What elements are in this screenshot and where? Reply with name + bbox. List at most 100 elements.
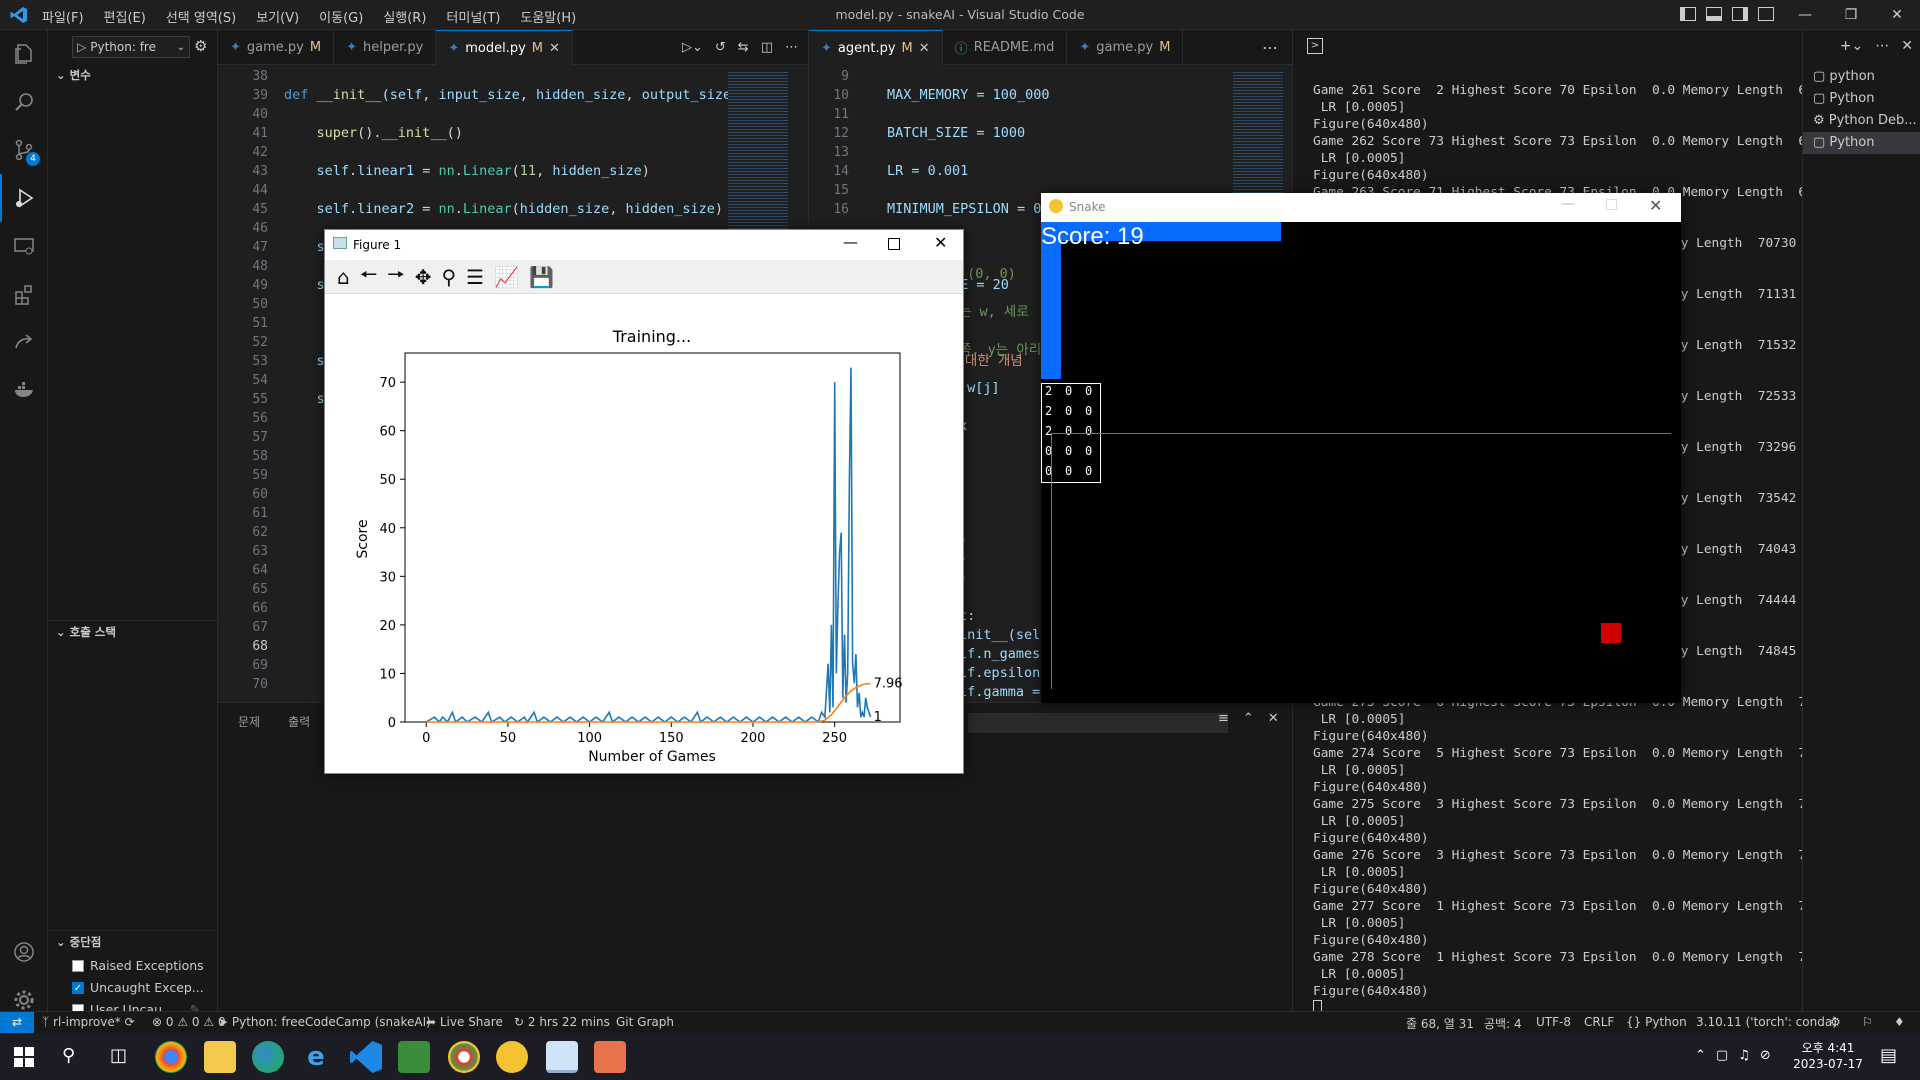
tray-chevron-icon[interactable]: ⌃ bbox=[1695, 1048, 1706, 1063]
debug-settings-gear-icon[interactable]: ⚙ bbox=[194, 37, 207, 55]
internet-explorer-icon[interactable]: e bbox=[300, 1041, 332, 1073]
figure-window-icon[interactable] bbox=[546, 1041, 578, 1073]
feedback-icon[interactable]: ⚐ bbox=[1862, 1015, 1873, 1029]
menu-file[interactable]: 파일(F) bbox=[42, 7, 84, 26]
volume-icon[interactable]: ♫ bbox=[1738, 1048, 1750, 1063]
more-actions-icon[interactable]: ⋯ bbox=[785, 40, 798, 55]
session-item-active[interactable]: ▢ Python bbox=[1803, 132, 1920, 154]
tab-output[interactable]: 출력 bbox=[288, 713, 310, 730]
problems-status[interactable]: ⊗ 0 ⚠ 0 ⚠ 0 bbox=[152, 1015, 226, 1029]
action-center-icon[interactable]: ▤ bbox=[1880, 1045, 1897, 1066]
search-icon[interactable] bbox=[0, 78, 48, 126]
edit-axis-icon[interactable]: 📈 bbox=[494, 265, 519, 289]
zoom-magnifier-icon[interactable]: ⚲ bbox=[441, 265, 456, 289]
checkbox-checked[interactable]: ✓ bbox=[72, 982, 84, 994]
clock[interactable]: 오후 4:41 2023-07-17 bbox=[1788, 1040, 1868, 1072]
run-debug-icon[interactable] bbox=[0, 174, 48, 222]
run-file-icon[interactable]: ▷⌄ bbox=[682, 40, 703, 55]
more-actions-icon[interactable]: ⋯ bbox=[1262, 38, 1292, 57]
vscode-taskbar-icon[interactable] bbox=[350, 1041, 382, 1073]
minimap[interactable] bbox=[728, 70, 788, 250]
figure-minimize-button[interactable]: — bbox=[843, 233, 858, 251]
python-version-status[interactable]: 3.10.11 ('torch': conda) bbox=[1696, 1015, 1837, 1029]
menu-selection[interactable]: 선택 영역(S) bbox=[166, 7, 236, 26]
close-button[interactable]: ✕ bbox=[1874, 0, 1920, 30]
snake-close-button[interactable]: ✕ bbox=[1649, 196, 1662, 215]
tab-model-py[interactable]: ✦ model.py M ✕ bbox=[436, 30, 573, 65]
snake-minimize-button[interactable]: — bbox=[1561, 196, 1575, 212]
notifications-bell-icon[interactable]: ♦ bbox=[1894, 1015, 1905, 1029]
close-tab-icon[interactable]: ✕ bbox=[919, 41, 930, 56]
snake-window-icon[interactable] bbox=[594, 1041, 626, 1073]
restore-button[interactable]: ❐ bbox=[1828, 0, 1874, 30]
extensions-icon[interactable] bbox=[0, 270, 48, 318]
menu-run[interactable]: 실행(R) bbox=[383, 7, 426, 26]
terminal-icon[interactable]: > bbox=[1307, 38, 1323, 54]
compare-changes-icon[interactable]: ⇆ bbox=[738, 40, 749, 55]
menu-help[interactable]: 도움말(H) bbox=[520, 7, 576, 26]
close-icon[interactable]: ✕ bbox=[1901, 38, 1913, 54]
filter-input[interactable] bbox=[968, 713, 1228, 733]
search-icon[interactable]: ⚲ bbox=[62, 1045, 75, 1066]
new-terminal-icon[interactable]: +⌄ bbox=[1840, 38, 1863, 54]
branch-status[interactable]: ᛉ rl-improve* ⟳ bbox=[42, 1015, 135, 1029]
interpreter-status[interactable]: ➤ Python: freeCodeCamp (snakeAI) bbox=[218, 1015, 431, 1029]
tab-game-py[interactable]: ✦ game.py M bbox=[218, 30, 335, 65]
callstack-section-header[interactable]: ⌄ 호출 스택 bbox=[48, 621, 218, 643]
figure-maximize-button[interactable] bbox=[888, 238, 900, 250]
source-control-icon[interactable]: 4 bbox=[0, 126, 48, 174]
tab-game-py-2[interactable]: ✦ game.py M bbox=[1067, 30, 1184, 65]
cursor-position[interactable]: 줄 68, 열 31 bbox=[1406, 1015, 1474, 1032]
chrome-canary-icon[interactable] bbox=[448, 1041, 480, 1073]
accounts-icon[interactable]: ⚙ bbox=[1830, 1015, 1841, 1029]
remote-explorer-icon[interactable] bbox=[0, 222, 48, 270]
checkbox[interactable] bbox=[72, 960, 84, 972]
python-pygame-icon[interactable] bbox=[496, 1041, 528, 1073]
save-figure-icon[interactable]: 💾 bbox=[529, 265, 554, 289]
configure-subplots-icon[interactable]: ☰ bbox=[466, 265, 484, 289]
language-status[interactable]: {} Python bbox=[1626, 1015, 1687, 1029]
more-actions-icon[interactable]: ⋯ bbox=[1875, 38, 1889, 54]
minimize-button[interactable]: — bbox=[1782, 0, 1828, 30]
toggle-sidebar-icon[interactable] bbox=[1680, 7, 1696, 21]
time-status[interactable]: ↻ 2 hrs 22 mins bbox=[514, 1015, 610, 1029]
windows-start-icon[interactable] bbox=[14, 1047, 34, 1067]
explorer-icon[interactable] bbox=[0, 30, 48, 78]
account-icon[interactable] bbox=[0, 928, 48, 976]
timeline-icon[interactable]: ↺ bbox=[715, 40, 726, 55]
task-view-icon[interactable]: ◫ bbox=[110, 1045, 127, 1066]
menu-terminal[interactable]: 터미널(T) bbox=[446, 7, 500, 26]
notepad-plus-icon[interactable] bbox=[398, 1041, 430, 1073]
docker-icon[interactable] bbox=[0, 366, 48, 414]
remote-indicator-icon[interactable]: ⇄ bbox=[0, 1012, 34, 1034]
edge-icon[interactable] bbox=[252, 1041, 284, 1073]
menu-view[interactable]: 보기(V) bbox=[256, 7, 299, 26]
tab-agent-py[interactable]: ✦ agent.py M ✕ bbox=[809, 30, 943, 65]
breakpoint-item[interactable]: ✓ Uncaught Excep... bbox=[72, 977, 204, 999]
home-icon[interactable]: ⌂ bbox=[337, 265, 350, 289]
clear-output-icon[interactable]: ≡ bbox=[1218, 711, 1229, 726]
snake-maximize-button[interactable] bbox=[1606, 199, 1617, 210]
run-config-select[interactable]: ▷ Python: fre ⌄ bbox=[72, 36, 190, 58]
toggle-secondary-sidebar-icon[interactable] bbox=[1732, 7, 1748, 21]
split-editor-icon[interactable]: ◫ bbox=[761, 40, 773, 55]
network-icon[interactable]: ▢ bbox=[1716, 1048, 1728, 1063]
mute-icon[interactable]: ⊘ bbox=[1760, 1048, 1771, 1063]
close-panel-icon[interactable]: ✕ bbox=[1268, 711, 1279, 726]
indentation-status[interactable]: 공백: 4 bbox=[1484, 1015, 1522, 1032]
menu-go[interactable]: 이동(G) bbox=[319, 7, 363, 26]
pan-move-icon[interactable]: ✥ bbox=[415, 265, 432, 289]
session-item[interactable]: ▢ python bbox=[1803, 66, 1920, 88]
tab-readme-md[interactable]: ⓘ README.md bbox=[943, 30, 1068, 65]
session-item[interactable]: ⚙ Python Deb... bbox=[1803, 110, 1920, 132]
toggle-panel-icon[interactable] bbox=[1706, 7, 1722, 21]
tab-problems[interactable]: 문제 bbox=[238, 713, 260, 730]
breakpoints-section-header[interactable]: ⌄ 중단점 bbox=[48, 931, 218, 953]
git-graph-button[interactable]: Git Graph bbox=[616, 1015, 674, 1029]
maximize-panel-icon[interactable]: ⌃ bbox=[1243, 711, 1254, 726]
encoding-status[interactable]: UTF-8 bbox=[1536, 1015, 1571, 1029]
close-tab-icon[interactable]: ✕ bbox=[549, 41, 560, 56]
variables-section-header[interactable]: ⌄ 변수 bbox=[48, 64, 218, 86]
back-arrow-icon[interactable]: 🠔 bbox=[360, 260, 378, 294]
file-explorer-icon[interactable] bbox=[204, 1041, 236, 1073]
